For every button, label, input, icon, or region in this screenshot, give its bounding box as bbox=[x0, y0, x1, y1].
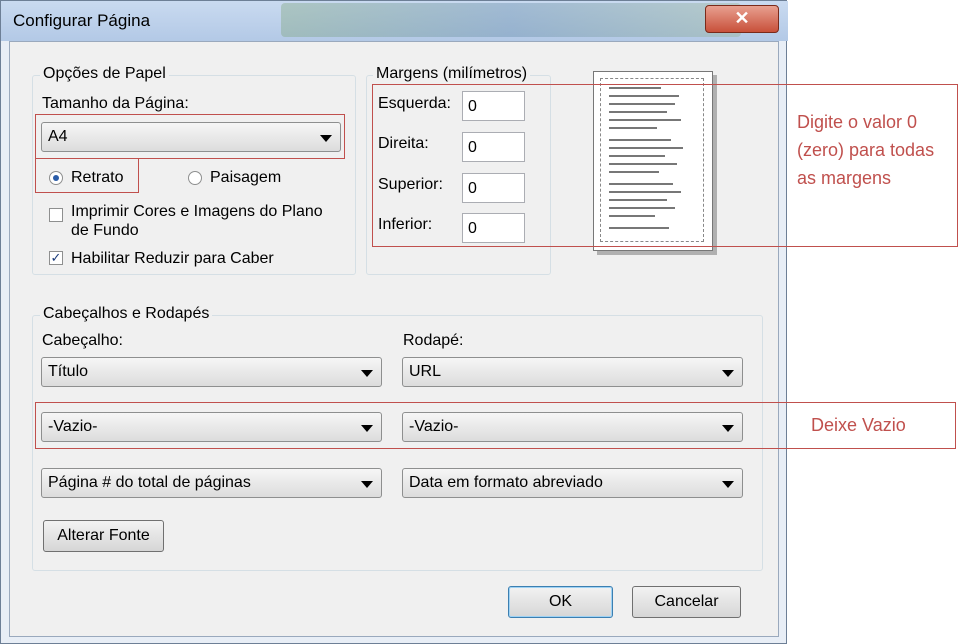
chevron-down-icon bbox=[361, 370, 373, 377]
header-3-value: Página # do total de páginas bbox=[48, 474, 251, 491]
footer-select-3[interactable]: Data em formato abreviado bbox=[402, 468, 743, 498]
shrink-to-fit-checkbox[interactable]: ✓ bbox=[49, 251, 63, 265]
footer-select-1[interactable]: URL bbox=[402, 357, 743, 387]
portrait-highlight bbox=[35, 158, 139, 193]
title-bar[interactable]: Configurar Página ✕ bbox=[1, 1, 788, 41]
title-bar-background-image bbox=[281, 3, 741, 37]
change-font-button[interactable]: Alterar Fonte bbox=[43, 520, 164, 552]
close-button[interactable]: ✕ bbox=[705, 5, 779, 33]
page-size-label: Tamanho da Página: bbox=[42, 95, 189, 112]
margins-annotation: Digite o valor 0 (zero) para todas as ma… bbox=[797, 112, 935, 188]
header-select-3[interactable]: Página # do total de páginas bbox=[41, 468, 382, 498]
footer-3-value: Data em formato abreviado bbox=[409, 474, 603, 491]
landscape-radio[interactable] bbox=[188, 171, 202, 185]
dialog-title: Configurar Página bbox=[13, 11, 151, 30]
chevron-down-icon bbox=[722, 370, 734, 377]
footer-1-value: URL bbox=[409, 363, 442, 380]
cancel-button[interactable]: Cancelar bbox=[632, 586, 741, 618]
margins-legend: Margens (milímetros) bbox=[373, 65, 531, 83]
checkmark-icon: ✓ bbox=[50, 250, 62, 265]
empty-annotation: Deixe Vazio bbox=[811, 415, 906, 435]
print-background-checkbox[interactable] bbox=[49, 208, 63, 222]
chevron-down-icon bbox=[722, 481, 734, 488]
ok-button[interactable]: OK bbox=[508, 586, 613, 618]
paper-options-legend: Opções de Papel bbox=[40, 65, 169, 83]
chevron-down-icon bbox=[361, 481, 373, 488]
page-size-highlight bbox=[35, 114, 345, 159]
header-1-value: Título bbox=[48, 363, 89, 380]
footer-label: Rodapé: bbox=[403, 332, 464, 349]
shrink-to-fit-label[interactable]: Habilitar Reduzir para Caber bbox=[71, 250, 274, 268]
header-select-1[interactable]: Título bbox=[41, 357, 382, 387]
headers-footers-legend: Cabeçalhos e Rodapés bbox=[40, 305, 213, 323]
landscape-label[interactable]: Paisagem bbox=[210, 169, 281, 187]
header-label: Cabeçalho: bbox=[42, 332, 123, 349]
print-background-label[interactable]: Imprimir Cores e Imagens do Plano de Fun… bbox=[71, 202, 341, 240]
